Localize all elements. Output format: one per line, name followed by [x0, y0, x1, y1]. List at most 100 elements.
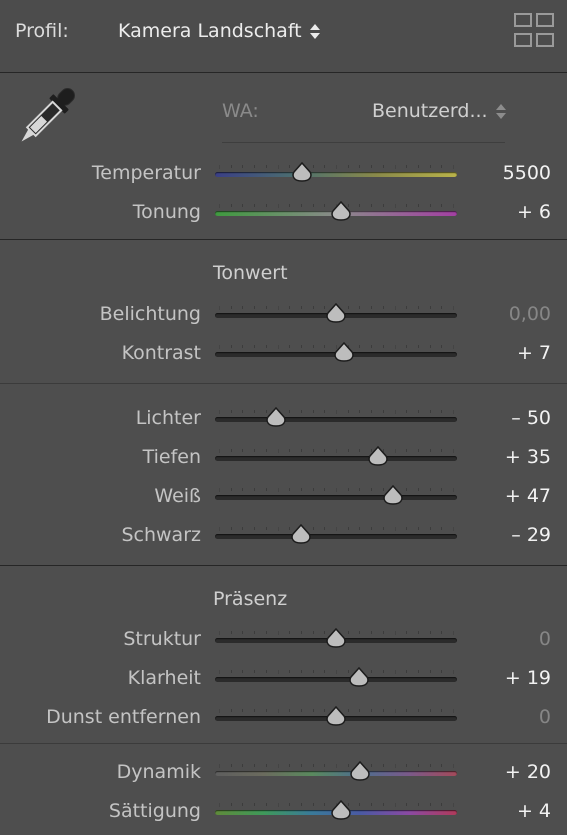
slider-tick: [265, 306, 267, 309]
slider-tick: [254, 803, 256, 806]
slider-tick: [219, 527, 220, 531]
label-weiss: Weiß: [154, 485, 201, 507]
section-title-praesenz: Präsenz: [213, 588, 288, 610]
slider-tick: [406, 410, 408, 413]
slider-track-schwarz[interactable]: [215, 534, 457, 539]
value-saettigung[interactable]: + 4: [517, 800, 551, 822]
slider-tick: [441, 709, 443, 712]
slider-ticks-schwarz: [219, 527, 454, 531]
slider-tick: [417, 803, 419, 806]
slider-tick: [394, 306, 396, 310]
slider-thumb-struktur[interactable]: [325, 627, 347, 648]
slider-tick: [417, 345, 419, 348]
value-belichtung[interactable]: 0,00: [509, 303, 551, 325]
slider-tick: [417, 449, 419, 452]
slider-tick: [242, 709, 244, 712]
slider-track-weiss[interactable]: [215, 495, 457, 500]
slider-track-lichter[interactable]: [215, 417, 457, 422]
slider-thumb-dunst[interactable]: [325, 705, 347, 726]
slider-tick: [324, 488, 326, 491]
slider-tick: [219, 764, 220, 768]
value-kontrast[interactable]: + 7: [517, 342, 551, 364]
grid-view-icon[interactable]: [514, 13, 554, 47]
slider-thumb-tiefen[interactable]: [367, 445, 389, 466]
slider-tick: [324, 165, 326, 168]
slider-tick: [371, 488, 373, 491]
slider-tick: [359, 345, 361, 348]
slider-tick: [417, 204, 419, 207]
slider-tick: [382, 204, 384, 207]
slider-tick: [417, 764, 419, 767]
slider-tick: [254, 449, 256, 452]
slider-track-klarheit[interactable]: [215, 677, 457, 682]
slider-track-dynamik[interactable]: [215, 771, 457, 776]
slider-tick: [219, 165, 220, 169]
value-schwarz[interactable]: – 29: [511, 524, 551, 546]
slider-tick: [406, 764, 408, 767]
slider-tick: [453, 165, 454, 169]
slider-thumb-kontrast[interactable]: [333, 341, 355, 362]
slider-tick: [289, 631, 291, 634]
slider-tick: [300, 306, 302, 309]
value-temperatur[interactable]: 5500: [503, 162, 551, 184]
slider-tick: [277, 165, 279, 169]
value-lichter[interactable]: – 50: [511, 407, 551, 429]
wb-dropdown[interactable]: Benutzerd...: [372, 100, 506, 122]
value-klarheit[interactable]: + 19: [505, 667, 551, 689]
slider-thumb-lichter[interactable]: [265, 406, 287, 427]
slider-tick: [453, 631, 454, 635]
slider-thumb-weiss[interactable]: [382, 484, 404, 505]
slider-tick: [359, 631, 361, 634]
value-tiefen[interactable]: + 35: [505, 446, 551, 468]
slider-thumb-temperatur[interactable]: [291, 161, 313, 182]
slider-ticks-weiss: [219, 488, 454, 492]
slider-tick: [394, 709, 396, 713]
slider-tick: [289, 709, 291, 712]
slider-tick: [417, 527, 419, 530]
slider-tick: [453, 527, 454, 531]
value-weiss[interactable]: + 47: [505, 485, 551, 507]
slider-tick: [265, 670, 267, 673]
slider-tick: [312, 345, 314, 348]
slider-thumb-klarheit[interactable]: [348, 666, 370, 687]
slider-tick: [230, 803, 232, 806]
slider-tick: [359, 410, 361, 413]
slider-track-tiefen[interactable]: [215, 456, 457, 461]
slider-tick: [347, 709, 349, 712]
value-dunst[interactable]: 0: [539, 706, 551, 728]
slider-thumb-belichtung[interactable]: [325, 302, 347, 323]
value-tonung[interactable]: + 6: [517, 201, 551, 223]
section-divider: [0, 565, 567, 566]
slider-tick: [347, 306, 349, 309]
slider-tick: [382, 165, 384, 168]
slider-tick: [441, 204, 443, 207]
slider-tick: [429, 449, 431, 452]
slider-tick: [289, 764, 291, 767]
slider-tick: [394, 670, 396, 674]
slider-thumb-schwarz[interactable]: [290, 523, 312, 544]
slider-tick: [254, 631, 256, 634]
profile-label: Profil:: [15, 20, 69, 42]
slider-tick: [265, 165, 267, 168]
slider-tick: [441, 527, 443, 530]
slider-tick: [406, 631, 408, 634]
slider-tick: [324, 764, 326, 767]
slider-thumb-tonung[interactable]: [330, 200, 352, 221]
slider-tick: [382, 306, 384, 309]
slider-tick: [429, 204, 431, 207]
eyedropper-icon[interactable]: [12, 82, 82, 150]
label-dynamik: Dynamik: [116, 761, 201, 783]
value-dynamik[interactable]: + 20: [505, 761, 551, 783]
slider-tick: [371, 764, 373, 767]
slider-track-temperatur[interactable]: [215, 172, 457, 177]
slider-tick: [324, 449, 326, 452]
slider-tick: [312, 527, 314, 530]
slider-thumb-saettigung[interactable]: [330, 799, 352, 820]
slider-tick: [265, 488, 267, 491]
slider-tick: [219, 306, 220, 310]
slider-tick: [242, 803, 244, 806]
slider-thumb-dynamik[interactable]: [349, 760, 371, 781]
slider-tick: [359, 204, 361, 207]
value-struktur[interactable]: 0: [539, 628, 551, 650]
profile-dropdown[interactable]: Kamera Landschaft: [118, 20, 320, 42]
